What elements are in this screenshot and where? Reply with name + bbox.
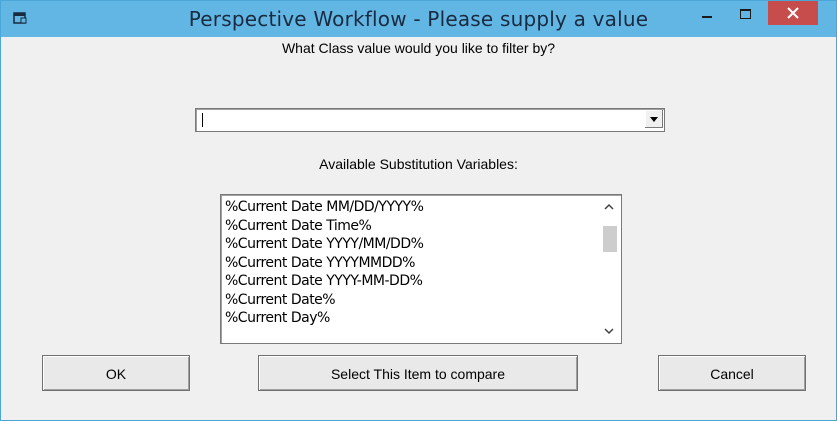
text-cursor (202, 113, 203, 127)
cancel-button[interactable]: Cancel (658, 355, 806, 391)
class-value-input[interactable] (200, 111, 640, 128)
list-item[interactable]: %Current Date MM/DD/YYYY% (225, 198, 595, 217)
filter-prompt: What Class value would you like to filte… (281, 40, 556, 56)
maximize-button[interactable] (724, 1, 768, 27)
select-item-to-compare-button[interactable]: Select This Item to compare (258, 355, 578, 391)
list-item[interactable]: %Current Date YYYY-MM-DD% (225, 272, 595, 291)
class-value-combobox[interactable] (195, 108, 665, 132)
chevron-down-icon (604, 328, 614, 335)
dropdown-arrow-icon (650, 117, 658, 122)
scrollbar-thumb[interactable] (603, 226, 617, 252)
ok-button[interactable]: OK (42, 355, 190, 391)
minimize-button[interactable] (685, 1, 729, 27)
scroll-down-button[interactable] (598, 320, 620, 342)
combo-dropdown-button[interactable] (644, 110, 663, 128)
list-item[interactable]: %Current Day% (225, 309, 595, 328)
substitution-variables-list[interactable]: %Current Date MM/DD/YYYY% %Current Date … (220, 194, 622, 344)
title-bar[interactable]: Perspective Workflow - Please supply a v… (1, 1, 836, 37)
list-item[interactable]: %Current Date YYYY/MM/DD% (225, 235, 595, 254)
close-button[interactable] (768, 1, 818, 25)
minimize-icon (702, 16, 712, 18)
close-icon (787, 7, 799, 19)
list-scrollbar[interactable] (598, 196, 620, 342)
chevron-up-icon (604, 203, 614, 210)
list-item[interactable]: %Current Date% (225, 291, 595, 310)
substitution-variables-label: Available Substitution Variables: (319, 156, 518, 172)
list-item[interactable]: %Current Date YYYYMMDD% (225, 254, 595, 273)
maximize-icon (740, 9, 751, 19)
scroll-up-button[interactable] (598, 196, 620, 218)
list-item[interactable]: %Current Date Time% (225, 217, 595, 236)
